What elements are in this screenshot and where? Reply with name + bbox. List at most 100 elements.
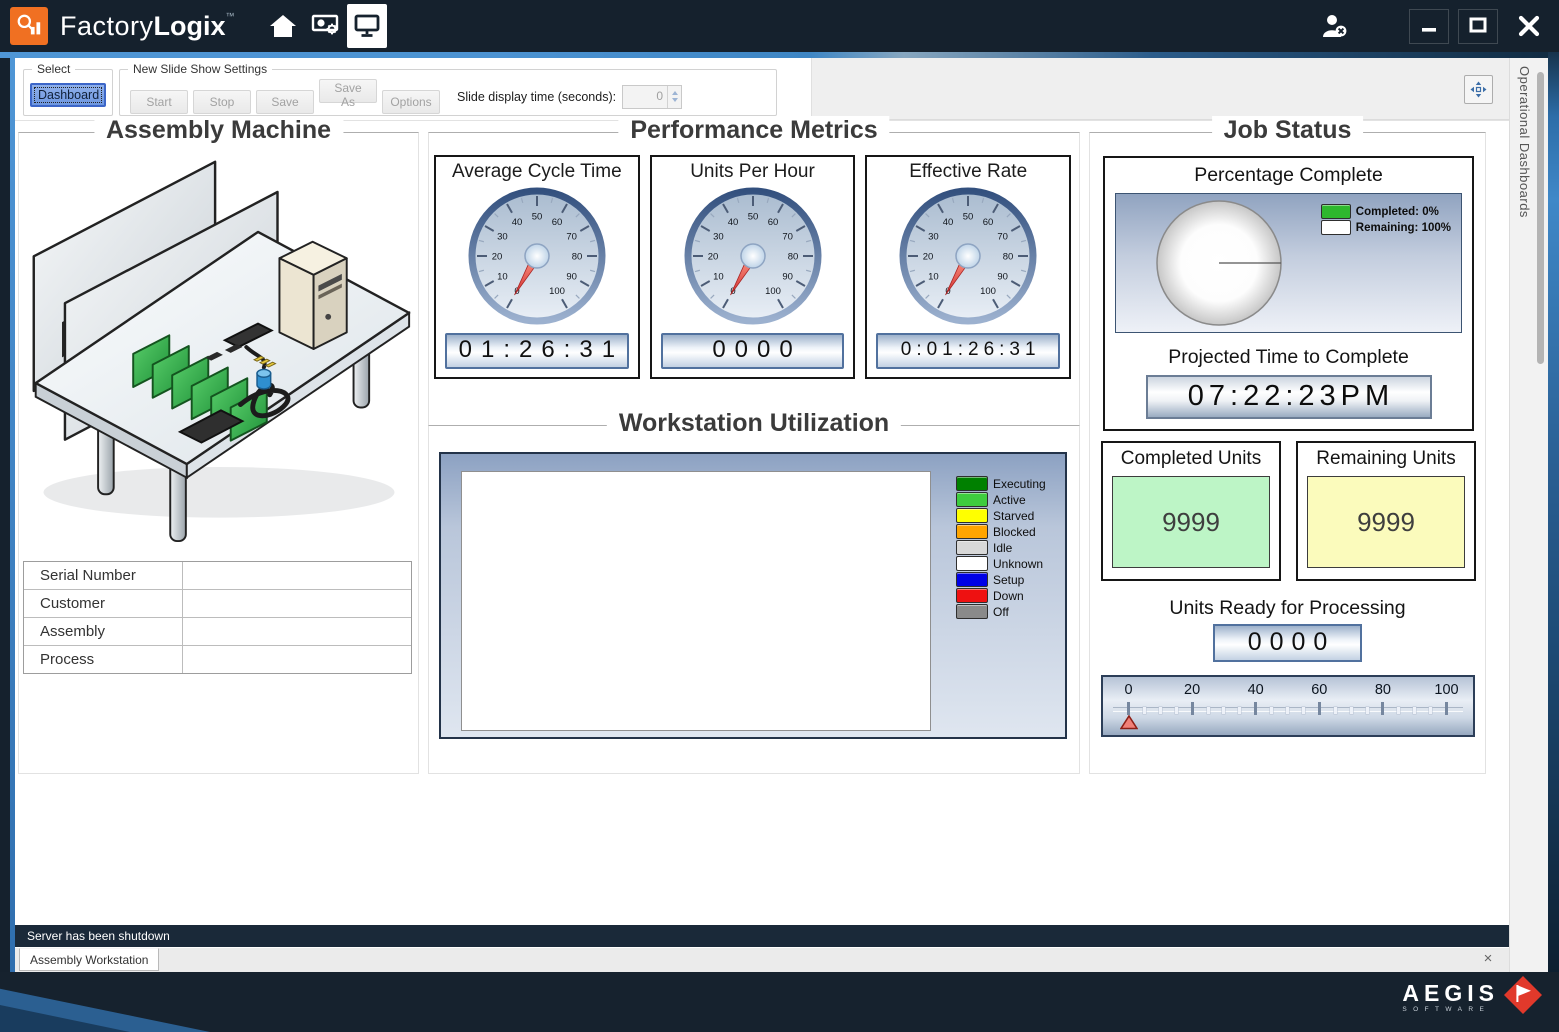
user-signout-icon[interactable] (1314, 4, 1354, 48)
scrollbar-thumb[interactable] (1537, 72, 1544, 364)
svg-text:40: 40 (943, 217, 954, 228)
slideshow-settings-group: New Slide Show Settings StartStopSaveSav… (119, 69, 777, 116)
info-label: Assembly (24, 618, 183, 645)
options-button[interactable]: Options (382, 90, 440, 114)
svg-text:10: 10 (928, 272, 939, 283)
ruler-tick (1254, 702, 1257, 715)
legend-swatch (1321, 204, 1351, 219)
slide-time-input[interactable]: 0 (622, 85, 682, 109)
tab-strip: Assembly Workstation × (15, 947, 1509, 972)
svg-text:100: 100 (549, 286, 565, 297)
brand-factory: Factory (60, 11, 154, 41)
ruler-label: 40 (1240, 682, 1272, 698)
ruler-tick (1175, 707, 1178, 714)
aegis-diamond-icon (1503, 975, 1543, 1015)
svg-text:90: 90 (782, 272, 793, 283)
legend-item: Completed: 0% (1321, 204, 1451, 219)
ruler-tick (1318, 702, 1321, 715)
ruler-tick (1143, 707, 1146, 714)
assembly-panel-title: Assembly Machine (94, 116, 343, 145)
ruler-label: 0 (1113, 682, 1145, 698)
select-group: Select Dashboard (23, 69, 113, 116)
ruler-tick (1127, 702, 1130, 715)
factorylogix-window: FactoryLogix™ (0, 0, 1559, 1032)
ruler-tick (1350, 707, 1353, 714)
right-rail: Operational Dashboards (1509, 58, 1549, 972)
gauge-row: Average Cycle Time0102030405060708090100… (429, 133, 1079, 379)
svg-text:50: 50 (747, 212, 758, 223)
pan-arrows-icon[interactable] (1464, 75, 1493, 104)
svg-text:70: 70 (782, 232, 793, 243)
legend-label: Remaining: 100% (1356, 222, 1451, 234)
svg-text:20: 20 (707, 252, 718, 263)
completed-units-title: Completed Units (1103, 448, 1279, 470)
ruler-label: 20 (1176, 682, 1208, 698)
slideshow-controls: StartStopSaveSave AsOptions Slide displa… (120, 70, 776, 115)
legend-label: Completed: 0% (1356, 206, 1439, 218)
slideshow-group-label: New Slide Show Settings (128, 62, 272, 76)
spinner-arrows-icon[interactable] (667, 86, 681, 108)
gauge-counter: 0000 (661, 333, 845, 369)
monitor-icon[interactable] (347, 4, 387, 48)
svg-text:20: 20 (492, 252, 503, 263)
info-label: Customer (24, 590, 183, 617)
job-status-panel-title: Job Status (1212, 116, 1364, 145)
ruler-marker[interactable] (1120, 715, 1138, 730)
legend-swatch (956, 476, 988, 491)
minimize-button[interactable] (1409, 9, 1449, 44)
stop-button[interactable]: Stop (193, 90, 251, 114)
aegis-brand: AEGIS (1402, 981, 1499, 1005)
start-button[interactable]: Start (130, 90, 188, 114)
gauge-title: Average Cycle Time (436, 161, 638, 183)
dashboard-button[interactable]: Dashboard (30, 83, 106, 107)
info-label: Serial Number (24, 562, 183, 589)
svg-text:40: 40 (727, 217, 738, 228)
ruler-tick (1191, 702, 1194, 715)
percentage-complete-card: Percentage Complete Completed: 0%Remaini… (1103, 156, 1474, 431)
legend-label: Off (993, 605, 1009, 619)
ruler-tick (1222, 707, 1225, 714)
svg-text:60: 60 (767, 217, 778, 228)
info-value (183, 590, 411, 617)
svg-text:80: 80 (572, 252, 583, 263)
brand-trademark: ™ (226, 11, 235, 21)
legend-swatch (1321, 220, 1351, 235)
legend-swatch (956, 572, 988, 587)
app-brand: FactoryLogix™ (60, 11, 235, 42)
aegis-logo: AEGIS SOFTWARE (1402, 981, 1543, 1015)
toolbar-filler (811, 58, 1509, 120)
completed-units-value: 9999 (1112, 476, 1270, 568)
legend-swatch (956, 588, 988, 603)
tab-assembly-workstation[interactable]: Assembly Workstation (19, 948, 159, 971)
footer: AEGIS SOFTWARE (0, 972, 1559, 1032)
close-button[interactable] (1507, 10, 1551, 43)
units-ready-label: Units Ready for Processing (1090, 597, 1485, 620)
home-icon[interactable] (263, 4, 303, 48)
brand-logix: Logix (154, 11, 226, 41)
legend-swatch (956, 508, 988, 523)
maximize-button[interactable] (1458, 9, 1498, 44)
ruler-tick (1159, 707, 1162, 714)
slide-time-value: 0 (623, 86, 667, 108)
save-button[interactable]: Save (256, 90, 314, 114)
operational-dashboards-tab[interactable]: Operational Dashboards (1517, 66, 1532, 218)
remaining-units-value: 9999 (1307, 476, 1465, 568)
ruler-label: 80 (1367, 682, 1399, 698)
ruler-tick (1445, 702, 1448, 715)
pie-legend: Completed: 0% Remaining: 100% (1321, 204, 1451, 236)
info-row: Process (24, 646, 411, 673)
gauge-counter: 0:01:26:31 (876, 333, 1060, 369)
legend-swatch (956, 524, 988, 539)
svg-text:50: 50 (532, 212, 543, 223)
completed-units-card: Completed Units 9999 (1101, 441, 1281, 581)
status-text: Server has been shutdown (27, 929, 170, 943)
svg-text:40: 40 (512, 217, 523, 228)
percentage-pie-panel: Completed: 0% Remaining: 100% (1115, 193, 1462, 333)
legend-item: Executing (956, 476, 1046, 491)
slideshow-settings-icon[interactable] (305, 4, 345, 48)
save-as-button[interactable]: Save As (319, 79, 377, 103)
units-row: Completed Units 9999 Remaining Units 999… (1101, 441, 1476, 581)
gauge-card: Effective Rate01020304050607080901000:01… (865, 155, 1071, 379)
close-icon[interactable]: × (1479, 950, 1497, 967)
legend-label: Down (993, 589, 1024, 603)
